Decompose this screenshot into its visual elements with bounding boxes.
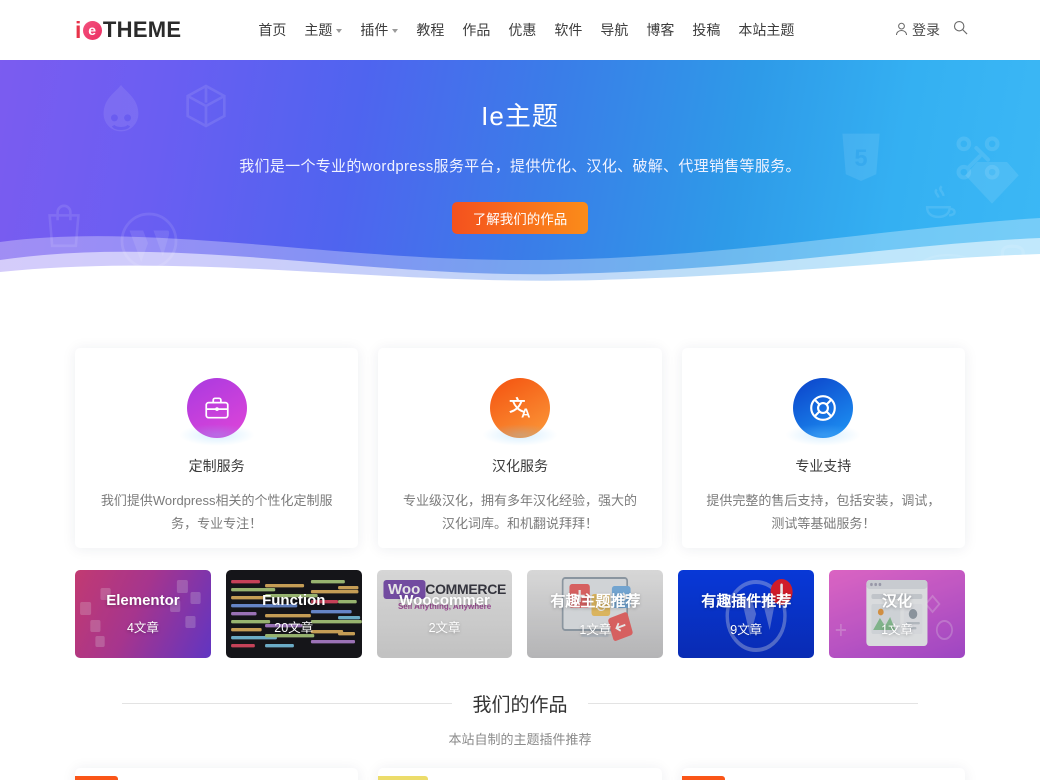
category-tile-3[interactable]: Woo COMMERCE Sell Anything, Anywhere Woocom…: [376, 570, 513, 658]
nav-item-label: 作品: [462, 22, 491, 38]
category-tile-count: 9文章: [730, 623, 763, 637]
hero-banner: JS 5 php: [0, 60, 1040, 285]
category-tile-name: 汉化: [882, 593, 913, 610]
login-button[interactable]: 登录: [895, 20, 940, 40]
logo-letter-e: e: [82, 20, 102, 40]
user-icon: [895, 22, 908, 39]
nav-item-7[interactable]: 软件: [545, 0, 591, 60]
hero-subtitle: 我们是一个专业的wordpress服务平台，提供优化、汉化、破解、代理销售等服务…: [239, 158, 801, 175]
nav-item-10[interactable]: 投稿: [683, 0, 729, 60]
category-tile-overlay: [829, 570, 965, 658]
feature-title: 定制服务: [188, 458, 245, 474]
feature-icon-wrap: 文A: [402, 378, 637, 438]
work-card-2[interactable]: FREE: [378, 768, 662, 780]
feature-title: 汉化服务: [491, 458, 548, 474]
nav-item-8[interactable]: 导航: [591, 0, 637, 60]
category-tile-overlay: [75, 570, 211, 658]
nav-item-label: 首页: [258, 22, 287, 38]
hero-content: Ie主题 我们是一个专业的wordpress服务平台，提供优化、汉化、破解、代理…: [0, 60, 1040, 234]
category-tile-1[interactable]: Elementor 4文章: [75, 570, 211, 658]
nav-item-9[interactable]: 博客: [637, 0, 683, 60]
briefcase-icon: [186, 378, 247, 438]
feature-card-2[interactable]: 文 A 汉化服务专业级汉化，拥有多年汉化经验，强大的汉化词库。和机翻说拜拜！: [378, 348, 662, 548]
category-tile-overlay: [678, 570, 815, 658]
site-logo[interactable]: i e THEME: [75, 17, 181, 43]
nav-item-2[interactable]: 主题: [295, 0, 351, 60]
category-tile-name: 有趣主题推荐: [550, 593, 641, 610]
category-tile-count: 20文章: [274, 621, 314, 635]
work-card-3[interactable]: HOTOptimize: [681, 768, 965, 780]
category-tile-6[interactable]: 汉化 1文章: [829, 570, 965, 658]
category-tile-name: Elementor: [106, 592, 180, 609]
status-badge: HOT: [681, 776, 725, 780]
category-tile-count: 1文章: [579, 623, 612, 637]
work-cards: HOT FREE HOTOptimize: [0, 768, 1040, 780]
nav-item-label: 本站主题: [738, 22, 795, 38]
feature-description: 专业级汉化，拥有多年汉化经验，强大的汉化词库。和机翻说拜拜！: [402, 493, 637, 531]
lifebuoy-icon: [793, 378, 854, 438]
nav-item-label: 博客: [646, 22, 675, 38]
category-tile-overlay: [527, 570, 664, 658]
chevron-down-icon: [392, 29, 399, 33]
header-actions: 登录: [895, 20, 968, 40]
svg-text:A: A: [521, 406, 530, 421]
search-icon[interactable]: [953, 20, 968, 40]
category-tile-name: 有趣插件推荐: [701, 593, 792, 610]
works-section-title: 我们的作品: [472, 695, 568, 716]
feature-icon-wrap: [99, 378, 334, 438]
hero-title: Ie主题: [481, 101, 559, 131]
category-tiles: Elementor 4文章 Function 20文章 Woo COMMERCE Sell …: [0, 570, 1040, 658]
feature-card-3[interactable]: 专业支持提供完整的售后支持，包括安装，调试，测试等基础服务！: [681, 348, 965, 548]
logo-wordmark: THEME: [102, 17, 182, 42]
works-section-subtitle: 本站自制的主题插件推荐: [448, 732, 592, 747]
nav-item-label: 投稿: [692, 22, 721, 38]
site-header: i e THEME 首页 主题 插件 教程 作品 优惠 软件 导航 博客 投稿 本站主题 登录: [0, 0, 1040, 60]
category-tile-5[interactable]: 有趣插件推荐 9文章: [678, 570, 815, 658]
nav-item-3[interactable]: 插件: [351, 0, 407, 60]
nav-item-label: 软件: [554, 22, 583, 38]
nav-item-label: 优惠: [508, 22, 537, 38]
work-card-1[interactable]: HOT: [75, 768, 359, 780]
chevron-down-icon: [336, 29, 343, 33]
category-tile-count: 2文章: [428, 621, 461, 635]
category-tile-count: 1文章: [881, 623, 914, 637]
feature-card-1[interactable]: 定制服务我们提供Wordpress相关的个性化定制服务，专业专注！: [75, 348, 359, 548]
feature-description: 提供完整的售后支持，包括安装，调试，测试等基础服务！: [706, 493, 941, 531]
nav-item-label: 插件: [360, 22, 389, 38]
status-badge: HOT: [75, 776, 119, 780]
category-tile-4[interactable]: C 有趣主题推荐 1文章: [527, 570, 664, 658]
nav-item-label: 导航: [600, 22, 629, 38]
status-badge: FREE: [378, 776, 429, 780]
feature-cards: 定制服务 我们提供Wordpress相关的个性化定制服务，专业专注！文 A 汉化服务专…: [0, 348, 1040, 548]
logo-letter-i: i: [75, 16, 82, 43]
category-tile-2[interactable]: Function 20文章: [225, 570, 362, 658]
nav-item-1[interactable]: 首页: [249, 0, 295, 60]
works-section-header: 我们的作品 本站自制的主题插件推荐: [0, 690, 1040, 748]
nav-item-label: 主题: [304, 22, 333, 38]
nav-item-4[interactable]: 教程: [407, 0, 453, 60]
category-tile-name: Woocommer: [399, 592, 490, 609]
category-tile-count: 4文章: [126, 621, 159, 635]
login-label: 登录: [912, 22, 940, 38]
nav-item-label: 教程: [416, 22, 445, 38]
feature-title: 专业支持: [795, 458, 852, 474]
hero-cta-button[interactable]: 了解我们的作品: [452, 202, 588, 234]
main-navigation: 首页 主题 插件 教程 作品 优惠 软件 导航 博客 投稿 本站主题: [249, 0, 803, 60]
feature-icon-wrap: [706, 378, 941, 438]
category-tile-name: Function: [262, 592, 326, 609]
translate-icon: 文A: [489, 378, 550, 438]
nav-item-11[interactable]: 本站主题: [729, 0, 803, 60]
category-tile-overlay: [225, 570, 362, 658]
nav-item-6[interactable]: 优惠: [499, 0, 545, 60]
feature-description: 我们提供Wordpress相关的个性化定制服务，专业专注！: [100, 493, 333, 531]
nav-item-5[interactable]: 作品: [453, 0, 499, 60]
category-tile-overlay: [376, 570, 513, 658]
